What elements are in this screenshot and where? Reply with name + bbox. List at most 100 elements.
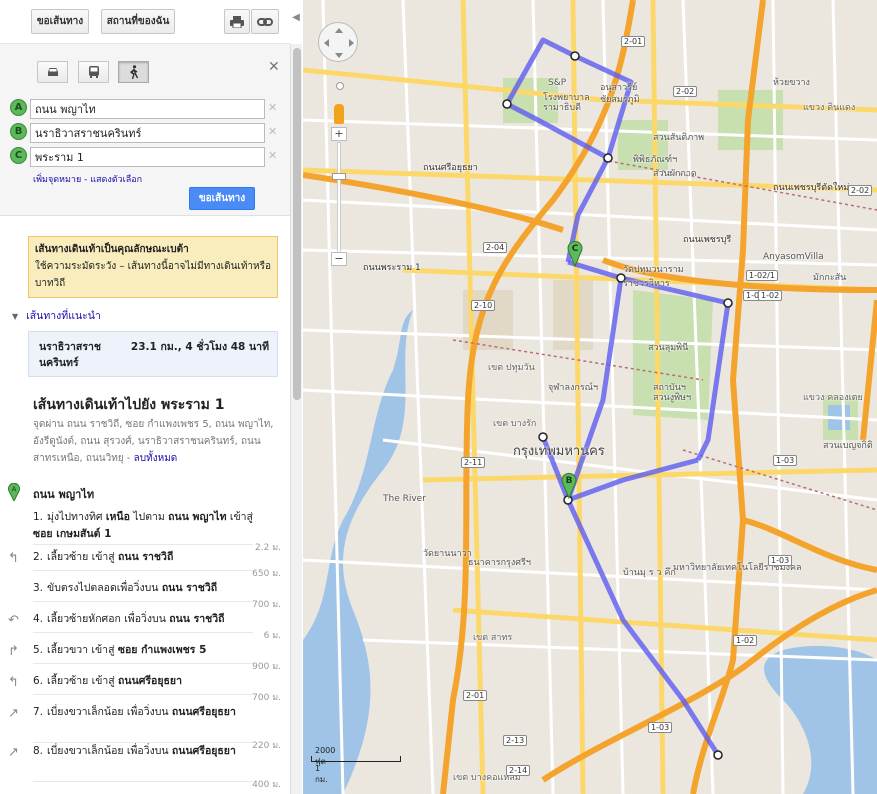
slight-right-icon: ↗	[8, 706, 19, 721]
suggested-routes-toggle[interactable]: ▼ เส้นทางที่แนะนำ	[12, 307, 101, 324]
step-distance: 2.2 ม.	[255, 543, 281, 553]
step-text-part: ขับตรงไปตลอดเพื่อวิ่งบน	[47, 582, 162, 594]
get-directions-button[interactable]: ขอเส้นทาง	[189, 187, 255, 210]
step-number: 6.	[33, 675, 44, 687]
start-label: ถนน พญาไท	[33, 488, 95, 501]
waypoint-b: B ✕	[10, 123, 280, 143]
print-button[interactable]	[224, 9, 250, 34]
directions-panel: ขอเส้นทาง สถานที่ของฉัน ✕ A ✕ B ✕	[0, 0, 290, 794]
remove-waypoint-b-icon[interactable]: ✕	[268, 125, 277, 138]
expressway-shield: 2-01	[463, 690, 488, 701]
suggested-routes-label: เส้นทางที่แนะนำ	[26, 310, 101, 322]
pan-arrows-icon	[324, 28, 354, 58]
step-number: 5.	[33, 644, 44, 656]
route-distance-time: 23.1 กม., 4 ชั่วโมง 48 นาที	[130, 341, 269, 353]
step-distance: 650 ม.	[252, 569, 281, 579]
map-label: ห้วยขวาง	[773, 78, 810, 88]
expressway-shield: 2-04	[483, 242, 508, 253]
step-text: 3. ขับตรงไปตลอดเพื่อวิ่งบน ถนน ราชวิถี	[33, 580, 258, 597]
waypoint-c-marker-icon[interactable]: C	[10, 147, 27, 164]
step-distance: 6 ม.	[263, 631, 281, 641]
expressway-shield: 1-03	[768, 555, 793, 566]
step-text-part: ถนน ราชวิถี	[161, 582, 218, 594]
expressway-shield: 1-02	[733, 635, 758, 646]
map-label: สวนสันติภาพ	[653, 133, 705, 143]
step-text-part: ถนนศรีอยุธยา	[171, 745, 236, 757]
expressway-shield: 1-02/1	[746, 270, 778, 281]
step-distance: 900 ม.	[252, 662, 281, 672]
map-label: ถนนเพชรบุรี	[683, 235, 732, 245]
hide-all-link[interactable]: ลบทั้งหมด	[134, 453, 178, 464]
walk-icon	[129, 65, 138, 79]
map-label: เขต สาทร	[473, 633, 513, 643]
map-graphics: C B	[303, 0, 877, 794]
step-divider	[33, 663, 253, 664]
map-label: ถนนเพชรบุรีตัดใหม่	[773, 183, 850, 193]
map-label: วัดปทุมวนาราม	[623, 265, 684, 275]
map-label: วัดยานนาวา	[423, 549, 472, 559]
my-places-button[interactable]: สถานที่ของฉัน	[101, 9, 175, 34]
add-destination-link[interactable]: เพิ่มจุดหมาย	[33, 175, 81, 185]
map-label: สวนผักกาด	[653, 169, 697, 179]
step-text-part: ถนน ราชวิถี	[169, 613, 225, 625]
waypoint-a-input[interactable]	[30, 99, 265, 119]
step-text-part: เข้าสู่	[226, 511, 253, 523]
slight-right-icon: ↗	[8, 745, 19, 760]
form-links: เพิ่มจุดหมาย - แสดงตัวเลือก	[33, 175, 143, 185]
collapse-panel-icon[interactable]: ◀	[289, 12, 303, 32]
step-text: 1. มุ่งไปทางทิศ เหนือ ไปตาม ถนน พญาไท เข้…	[33, 509, 258, 543]
remove-waypoint-a-icon[interactable]: ✕	[268, 101, 277, 114]
waypoint-a-marker-icon[interactable]: A	[10, 99, 27, 116]
panel-toolbar: ขอเส้นทาง สถานที่ของฉัน	[0, 0, 290, 44]
step-spacer	[8, 583, 22, 597]
step-text-part: มุ่งไปทางทิศ	[47, 511, 106, 523]
waypoint-c-input[interactable]	[30, 147, 265, 167]
turn-left-icon: ↰	[8, 551, 19, 566]
step-divider	[33, 632, 253, 633]
svg-text:C: C	[572, 244, 579, 254]
get-directions-tab-button[interactable]: ขอเส้นทาง	[31, 9, 89, 34]
route-option-card[interactable]: นราธิวาสราชนครินทร์ 23.1 กม., 4 ชั่วโมง …	[28, 331, 278, 377]
map-label: จุฬาลงกรณ์ฯ	[548, 383, 599, 393]
map-label: สถาบันฯ	[653, 383, 686, 393]
expressway-shield: 1-02	[758, 290, 783, 301]
scrollbar-thumb[interactable]	[293, 48, 301, 400]
expressway-shield: 1-03	[773, 455, 798, 466]
waypoint-b-marker-icon[interactable]: B	[10, 123, 27, 140]
step-text-part: เลี้ยวซ้ายหักศอก เพื่อวิ่งบน	[47, 613, 170, 625]
close-icon[interactable]: ✕	[268, 59, 280, 75]
step-distance: 700 ม.	[252, 693, 281, 703]
mode-driving-button[interactable]	[37, 61, 68, 83]
map-label: กรุงเทพมหานคร	[513, 444, 605, 459]
map-label: AnyasomVilla	[763, 252, 824, 262]
pan-control[interactable]	[318, 22, 358, 62]
step-text-part: เลี้ยวซ้าย เข้าสู่	[47, 675, 119, 687]
turn-left-icon: ↰	[8, 675, 19, 690]
link-button[interactable]	[251, 9, 279, 34]
zoom-slider-track[interactable]	[337, 142, 341, 254]
zoom-in-button[interactable]: +	[331, 127, 347, 141]
expressway-shield: 2-02	[673, 86, 698, 97]
step-distance: 400 ม.	[252, 780, 281, 790]
expressway-shield: 1-03	[648, 722, 673, 733]
mode-walking-button[interactable]	[118, 61, 149, 83]
zoom-slider-thumb[interactable]	[332, 173, 346, 180]
mode-transit-button[interactable]	[78, 61, 109, 83]
zoom-out-button[interactable]: −	[331, 252, 347, 266]
panel-scrollbar[interactable]	[290, 44, 302, 794]
pegman-icon[interactable]	[334, 104, 344, 124]
expressway-shield: 2-02	[848, 185, 873, 196]
remove-waypoint-c-icon[interactable]: ✕	[268, 149, 277, 162]
map-label: ชัยสมรภูมิ	[600, 95, 640, 105]
show-options-link[interactable]: แสดงตัวเลือก	[90, 175, 142, 185]
step-text: 4. เลี้ยวซ้ายหักศอก เพื่อวิ่งบน ถนน ราชวิ…	[33, 611, 258, 628]
map-label: เขต บางรัก	[493, 419, 537, 429]
map-label: The River	[383, 494, 426, 504]
waypoint-b-input[interactable]	[30, 123, 265, 143]
step-text: 6. เลี้ยวซ้าย เข้าสู่ ถนนศรีอยุธยา	[33, 673, 258, 690]
map-label: แขวง คลองเตย	[803, 393, 863, 403]
step-number: 7.	[33, 706, 44, 718]
step-divider	[33, 544, 253, 545]
map-canvas[interactable]: C B S&P โรงพยาบาล รามาธิบดี อนุสาวรีย์ ชัยสม…	[303, 0, 877, 794]
scale-km: 1 กม.	[315, 764, 328, 784]
